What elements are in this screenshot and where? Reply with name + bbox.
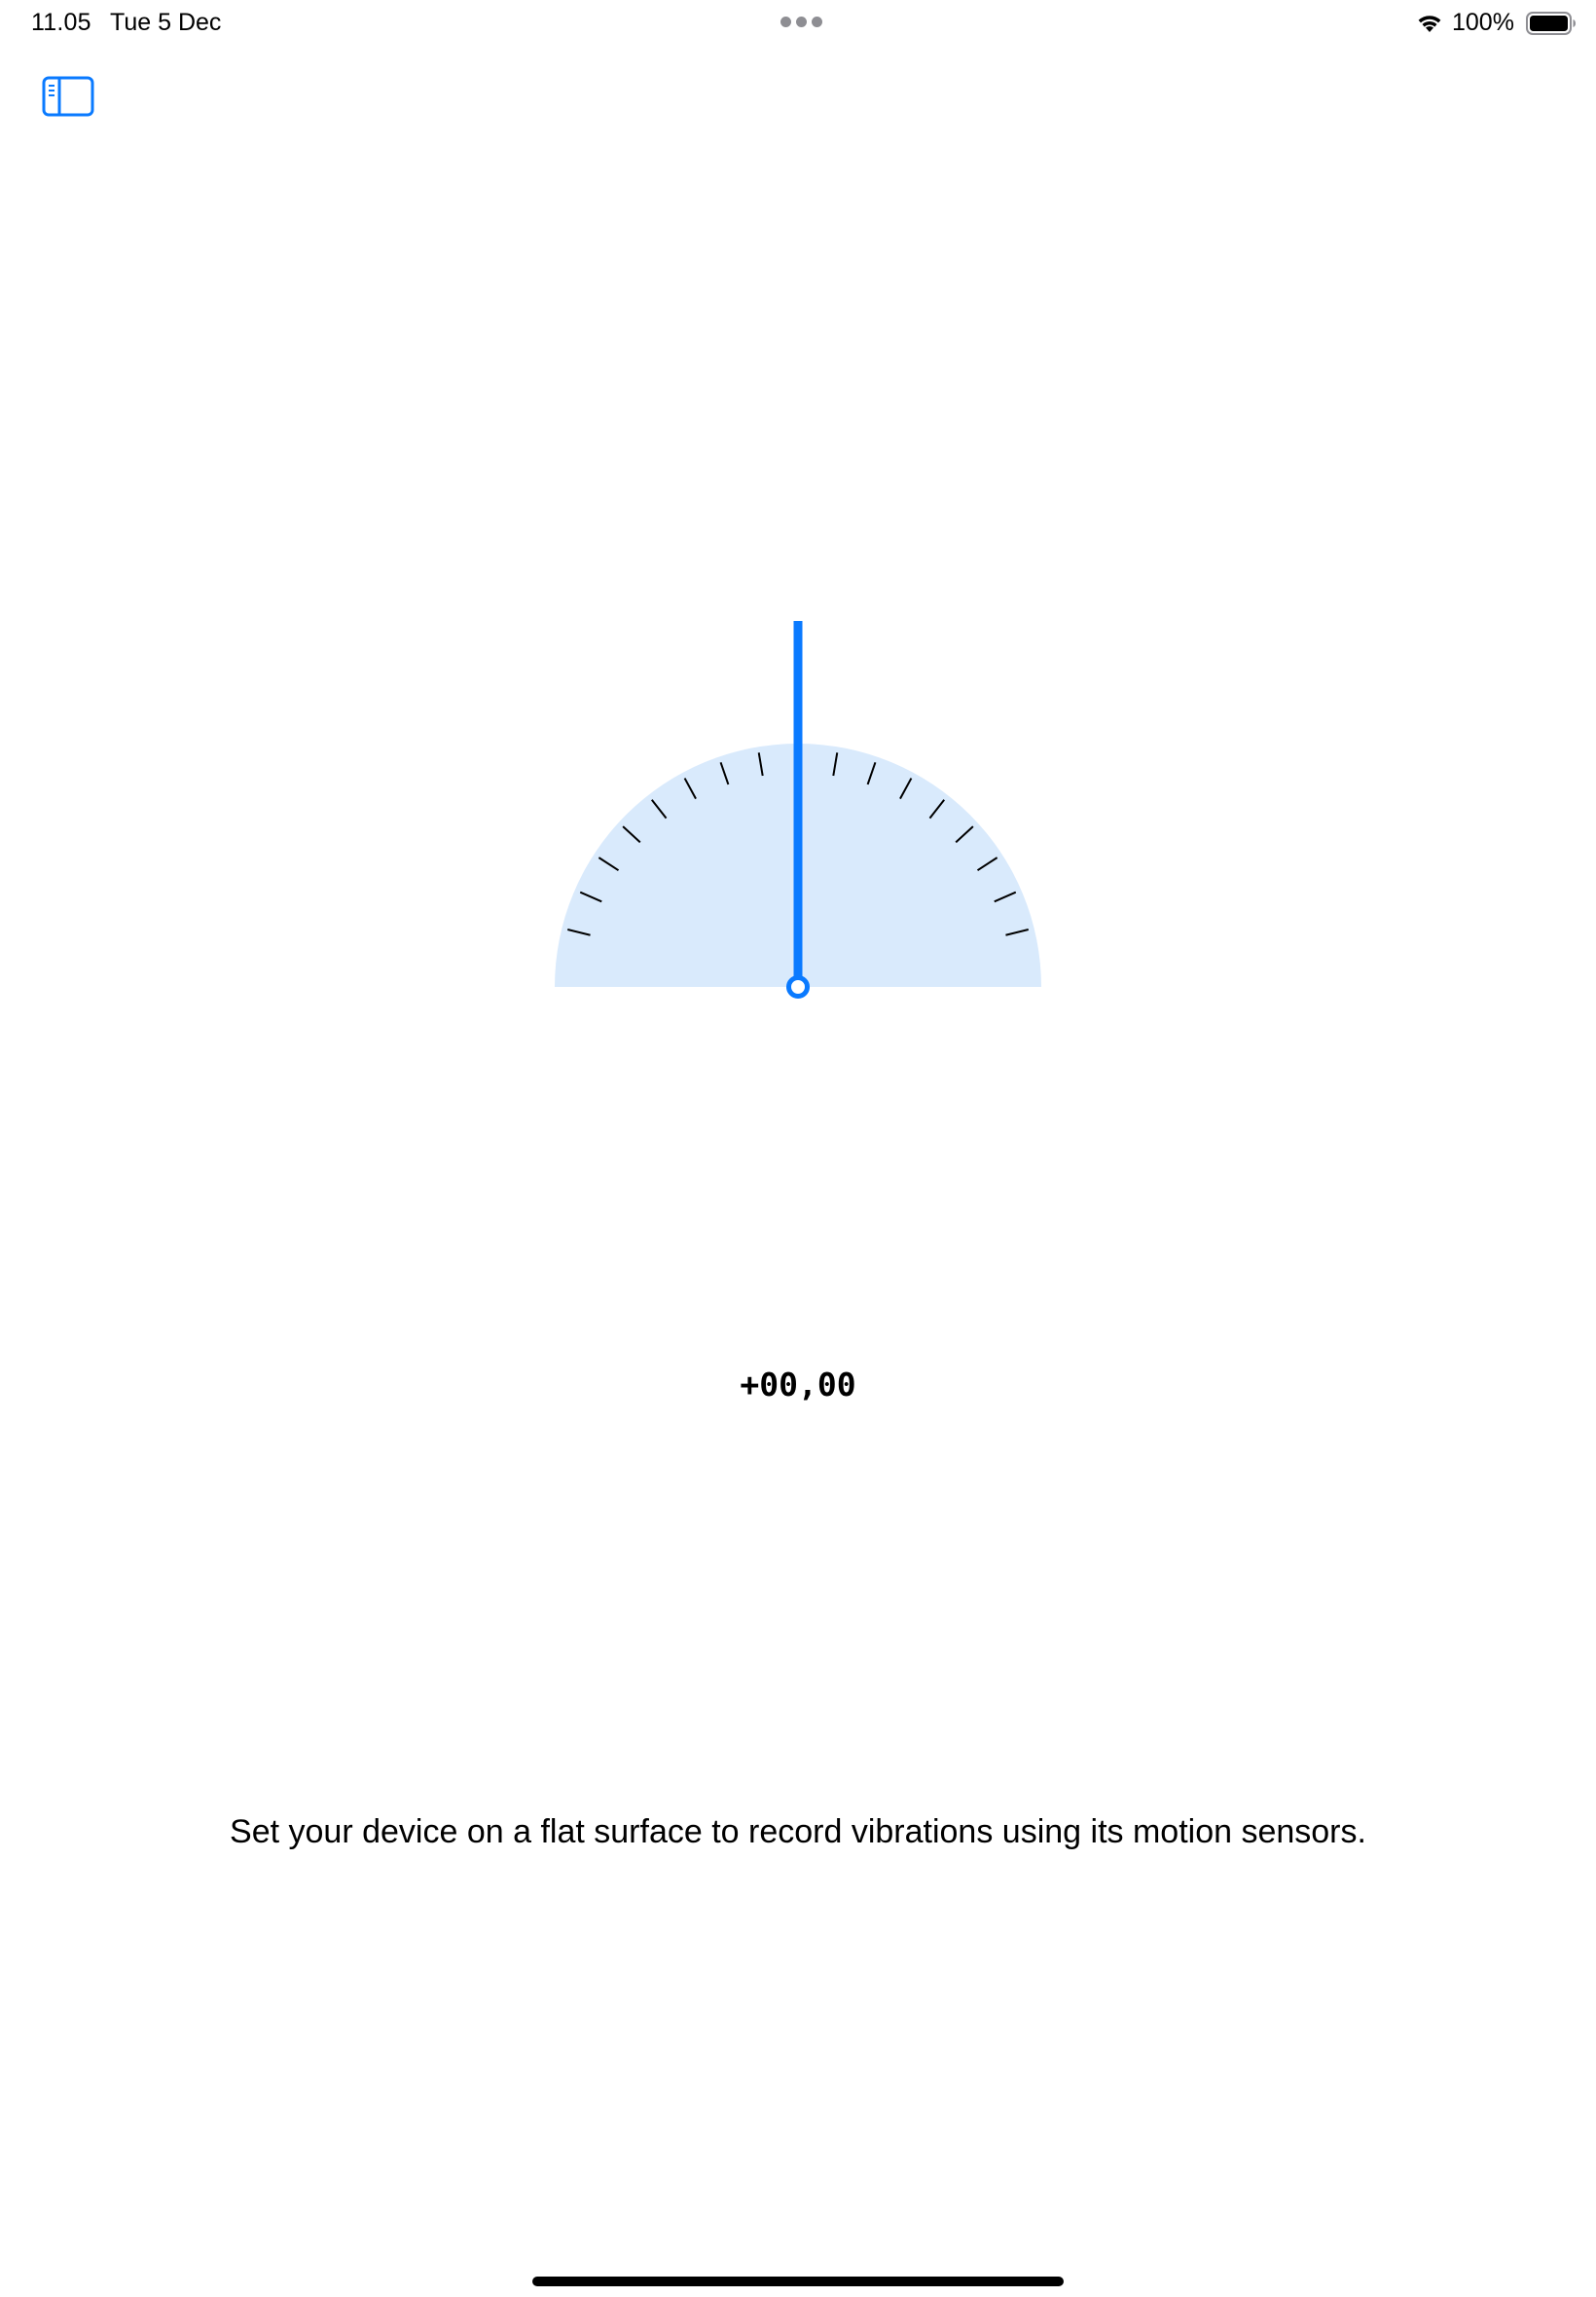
status-bar: 11.05 Tue 5 Dec 100% <box>0 0 1596 47</box>
battery-percent: 100% <box>1452 9 1514 36</box>
sidebar-left-icon[interactable] <box>41 75 95 118</box>
wifi-icon <box>1418 16 1441 32</box>
status-date: Tue 5 Dec <box>110 9 222 36</box>
home-indicator[interactable] <box>532 2277 1064 2286</box>
instruction-text: Set your device on a flat surface to rec… <box>230 1813 1366 1850</box>
seismometer-gauge <box>555 621 1041 999</box>
status-time: 11.05 <box>31 9 91 36</box>
battery-icon <box>1526 12 1576 35</box>
needle-pivot <box>786 975 810 999</box>
vibration-readout: +00,00 <box>740 1366 856 1404</box>
multitasking-dots-icon[interactable] <box>780 17 823 28</box>
